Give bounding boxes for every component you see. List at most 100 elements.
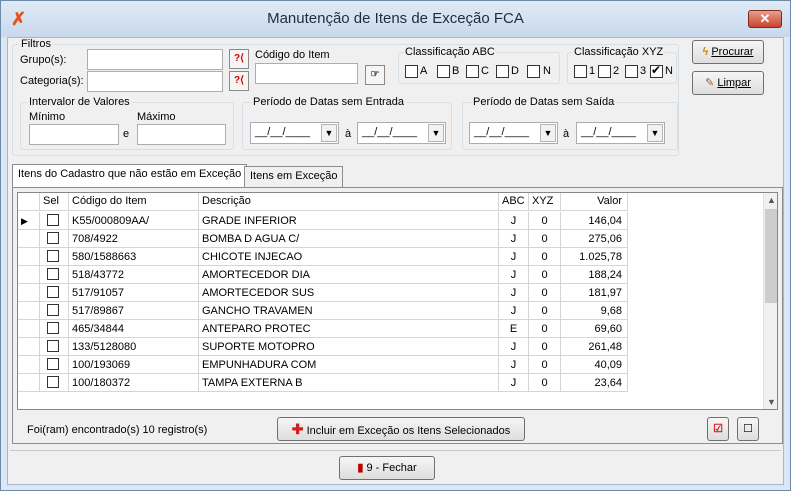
xyz-checkbox-3[interactable] [625, 65, 638, 78]
xyz-checkbox-n[interactable] [650, 63, 663, 78]
maximo-input[interactable] [137, 124, 226, 145]
row-select-cell [40, 320, 69, 338]
tab-panel: Sel Código do Item Descrição ABC XYZ Val… [12, 187, 783, 444]
cell-descricao: ANTEPARO PROTEC [199, 320, 499, 338]
abc-option-label: A [420, 65, 428, 77]
col-valor-header[interactable]: Valor [561, 193, 628, 211]
e-label: e [123, 128, 130, 140]
cell-valor: 275,06 [561, 230, 628, 248]
row-checkbox[interactable] [47, 250, 59, 262]
empty-box-icon: ☐ [743, 423, 753, 435]
saida-start-date[interactable]: __/__/____ ▼ [469, 122, 558, 144]
row-select-cell [40, 356, 69, 374]
row-checkbox[interactable] [47, 268, 59, 280]
entrada-end-date[interactable]: __/__/____ ▼ [357, 122, 446, 144]
title-bar: ✗ Manutenção de Itens de Exceção FCA ✕ [1, 1, 790, 37]
table-row[interactable]: 708/4922 BOMBA D AGUA C/J 0 275,06 [18, 230, 628, 248]
xyz-option-label: 2 [613, 65, 620, 77]
row-checkbox[interactable] [47, 322, 59, 334]
abc-checkbox-a[interactable] [405, 65, 418, 78]
vertical-scrollbar[interactable]: ▲ ▼ [763, 193, 777, 409]
row-checkbox[interactable] [47, 340, 59, 352]
grid-header: Sel Código do Item Descrição ABC XYZ Val… [18, 193, 628, 211]
xyz-checkbox-2[interactable] [598, 65, 611, 78]
cell-codigo: 465/34844 [69, 320, 199, 338]
row-indicator [18, 338, 40, 356]
col-xyz-header[interactable]: XYZ [529, 193, 561, 211]
window-title: Manutenção de Itens de Exceção FCA [267, 10, 524, 27]
codigo-item-input[interactable] [255, 63, 358, 84]
row-checkbox[interactable] [47, 304, 59, 316]
xyz-checkbox-1[interactable] [574, 65, 587, 78]
grupo-help-query-icon[interactable]: ?⟨ [229, 49, 249, 69]
date-text: __/__/____ [581, 126, 637, 138]
red-plus-icon: ✚ [291, 421, 304, 437]
abc-checkbox-n[interactable] [527, 65, 540, 78]
row-checkbox[interactable] [47, 232, 59, 244]
col-descricao-header[interactable]: Descrição [199, 193, 499, 211]
date-text: __/__/____ [362, 126, 418, 138]
hand-pick-icon[interactable]: ☞ [365, 65, 385, 85]
row-checkbox[interactable] [47, 286, 59, 298]
categoria-help-query-icon[interactable]: ?⟨ [229, 71, 249, 91]
client-area: Filtros Grupo(s): ?⟨ Categoria(s): ?⟨ Có… [7, 37, 784, 485]
abc-checkbox-c[interactable] [466, 65, 479, 78]
table-row[interactable]: 465/34844 ANTEPARO PROTEC E 0 69,60 [18, 320, 628, 338]
incluir-excecao-button[interactable]: ✚ Incluir em Exceção os Itens Selecionad… [277, 417, 525, 441]
cell-abc: J [499, 230, 529, 248]
table-row[interactable]: 100/193069 EMPUNHADURA COM J 0 40,09 [18, 356, 628, 374]
grupo-input[interactable] [87, 49, 223, 70]
saida-end-date[interactable]: __/__/____ ▼ [576, 122, 665, 144]
table-row[interactable]: 100/180372 TAMPA EXTERNA B J 0 23,64 [18, 374, 628, 392]
fechar-label: 9 - Fechar [366, 462, 417, 474]
cell-xyz: 0 [529, 338, 561, 356]
table-row[interactable]: 518/43772 AMORTECEDOR DIA J 0 188,24 [18, 266, 628, 284]
row-checkbox[interactable] [47, 358, 59, 370]
scroll-down-icon[interactable]: ▼ [764, 395, 777, 409]
tab-em-excecao[interactable]: Itens em Exceção [244, 166, 344, 187]
cell-xyz: 0 [529, 284, 561, 302]
cell-abc: E [499, 320, 529, 338]
table-row[interactable]: ▶ K55/000809AA/GRADE INFERIOR J 0 146,04 [18, 212, 628, 230]
limpar-button[interactable]: ✎ Limpar [692, 71, 764, 95]
cell-valor: 23,64 [561, 374, 628, 392]
abc-checkbox-d[interactable] [496, 65, 509, 78]
table-row[interactable]: 517/89867 GANCHO TRAVAMEN J 0 9,68 [18, 302, 628, 320]
maximo-label: Máximo [137, 111, 176, 123]
table-row[interactable]: 580/1588663 CHICOTE INJECAO J 0 1.025,78 [18, 248, 628, 266]
select-all-button[interactable]: ☑ [707, 417, 729, 441]
procurar-button[interactable]: ϟ Procurar [692, 40, 764, 64]
minimo-input[interactable] [29, 124, 119, 145]
tab-nao-excecao[interactable]: Itens do Cadastro que não estão em Exceç… [12, 164, 248, 187]
close-button[interactable]: ✕ [748, 10, 782, 28]
row-checkbox[interactable] [47, 214, 59, 226]
deselect-all-button[interactable]: ☐ [737, 417, 759, 441]
cell-abc: J [499, 284, 529, 302]
chevron-down-icon[interactable]: ▼ [321, 124, 337, 142]
scroll-up-icon[interactable]: ▲ [764, 193, 777, 207]
col-codigo-header[interactable]: Código do Item [69, 193, 199, 211]
row-indicator [18, 266, 40, 284]
chevron-down-icon[interactable]: ▼ [647, 124, 663, 142]
row-select-cell [40, 302, 69, 320]
chevron-down-icon[interactable]: ▼ [540, 124, 556, 142]
table-row[interactable]: 517/91057 AMORTECEDOR SUS J 0 181,97 [18, 284, 628, 302]
procurar-label: Procurar [711, 46, 754, 58]
cell-descricao: BOMBA D AGUA C/ [199, 230, 499, 248]
categoria-label: Categoria(s): [20, 75, 84, 87]
chevron-down-icon[interactable]: ▼ [428, 124, 444, 142]
col-sel-header[interactable]: Sel [40, 193, 69, 211]
grupo-label: Grupo(s): [20, 54, 67, 66]
cell-valor: 69,60 [561, 320, 628, 338]
row-checkbox[interactable] [47, 376, 59, 388]
fechar-button[interactable]: ▮ 9 - Fechar [339, 456, 435, 480]
entrada-start-date[interactable]: __/__/____ ▼ [250, 122, 339, 144]
scroll-thumb[interactable] [765, 209, 777, 303]
abc-checkbox-b[interactable] [437, 65, 450, 78]
abc-label: Classificação ABC [403, 46, 497, 58]
cell-xyz: 0 [529, 230, 561, 248]
col-abc-header[interactable]: ABC [499, 193, 529, 211]
categoria-input[interactable] [87, 71, 223, 92]
cell-abc: J [499, 374, 529, 392]
table-row[interactable]: 133/5128080 SUPORTE MOTOPRO J 0 261,48 [18, 338, 628, 356]
